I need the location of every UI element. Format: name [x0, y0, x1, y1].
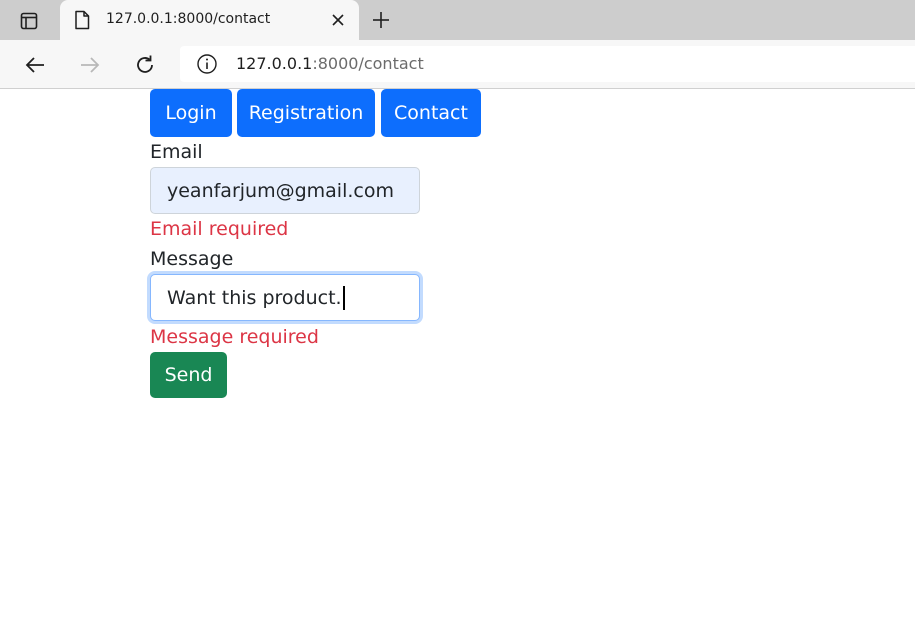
reload-icon[interactable] — [130, 50, 160, 80]
send-button[interactable]: Send — [150, 352, 227, 398]
email-value: yeanfarjum@gmail.com — [167, 179, 394, 202]
message-error: Message required — [150, 326, 319, 348]
tab-strip: 127.0.0.1:8000/contact — [0, 0, 915, 40]
info-icon[interactable] — [196, 53, 218, 75]
tab-title: 127.0.0.1:8000/contact — [106, 11, 271, 27]
text-caret — [342, 285, 345, 310]
contact-button[interactable]: Contact — [381, 89, 481, 137]
registration-button[interactable]: Registration — [237, 89, 375, 137]
email-error: Email required — [150, 218, 289, 240]
url-path: :8000/contact — [312, 54, 424, 73]
login-button[interactable]: Login — [150, 89, 232, 137]
plus-icon[interactable] — [368, 7, 394, 33]
browser-tab[interactable]: 127.0.0.1:8000/contact — [60, 0, 359, 40]
url-text: 127.0.0.1:8000/contact — [236, 54, 424, 73]
email-label: Email — [150, 141, 203, 163]
forward-arrow-icon[interactable] — [75, 50, 105, 80]
message-value: Want this product. — [167, 286, 342, 309]
browser-toolbar: 127.0.0.1:8000/contact — [0, 40, 915, 89]
back-arrow-icon[interactable] — [20, 50, 50, 80]
url-host: 127.0.0.1 — [236, 54, 313, 73]
message-label: Message — [150, 248, 234, 270]
address-bar[interactable]: 127.0.0.1:8000/contact — [180, 46, 915, 82]
message-field[interactable]: Want this product. — [150, 274, 420, 321]
email-field[interactable]: yeanfarjum@gmail.com — [150, 167, 420, 214]
close-icon[interactable] — [327, 9, 349, 31]
tab-actions-icon[interactable] — [14, 8, 44, 34]
page-icon — [74, 10, 92, 30]
